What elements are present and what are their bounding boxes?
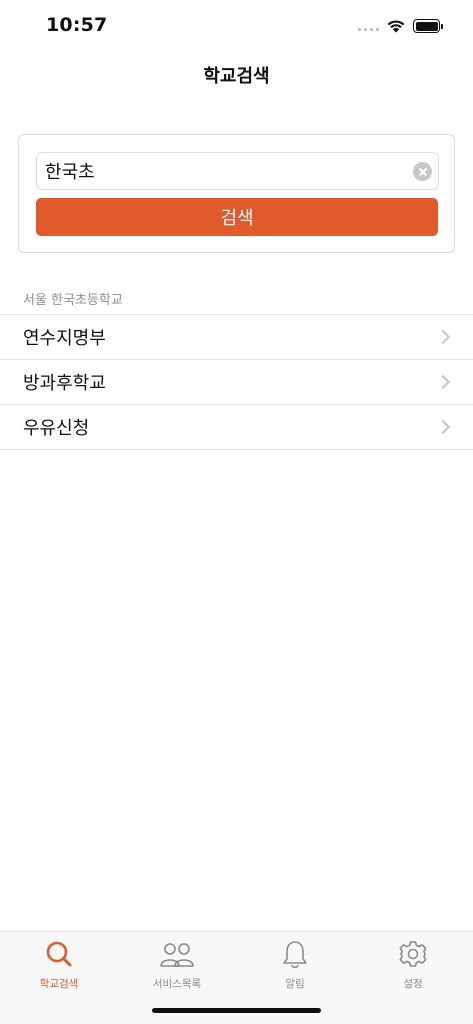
tab-label: 서비스목록 — [152, 978, 202, 990]
search-field — [36, 152, 439, 190]
chevron-right-icon — [435, 374, 451, 390]
list-item-after-school[interactable]: 방과후학교 — [0, 360, 473, 405]
list-item-label: 우유신청 — [23, 418, 90, 439]
search-input[interactable] — [45, 153, 400, 189]
status-time: 10:57 — [46, 14, 108, 36]
bell-icon — [283, 941, 307, 969]
page-title: 학교검색 — [203, 66, 270, 87]
tab-label: 설정 — [403, 978, 423, 990]
school-name-header: 서울 한국초등학교 — [23, 293, 123, 308]
tab-settings[interactable]: 설정 — [354, 932, 472, 994]
list-item-label: 방과후학교 — [23, 373, 106, 394]
search-card: 검색 — [18, 134, 455, 253]
search-button[interactable]: 검색 — [36, 198, 438, 236]
tab-label: 알림 — [285, 978, 305, 990]
list-item-milk-application[interactable]: 우유신청 — [0, 405, 473, 450]
gear-icon — [399, 941, 427, 967]
chevron-right-icon — [435, 419, 451, 435]
app-screen: 10:57 학교검색 검색 서울 한국초등학교 연수지명부 방과후학교 — [0, 0, 473, 1024]
people-icon — [160, 943, 194, 967]
wifi-icon — [387, 20, 405, 33]
tab-notifications[interactable]: 알림 — [236, 932, 354, 994]
list-item-training-roster[interactable]: 연수지명부 — [0, 315, 473, 360]
service-list: 연수지명부 방과후학교 우유신청 — [0, 314, 473, 450]
clear-icon[interactable] — [413, 162, 432, 181]
status-bar: 10:57 — [0, 0, 473, 50]
list-item-label: 연수지명부 — [23, 328, 106, 349]
search-icon — [46, 941, 72, 967]
home-indicator[interactable] — [152, 1008, 321, 1013]
tab-school-search[interactable]: 학교검색 — [0, 932, 118, 994]
chevron-right-icon — [435, 329, 451, 345]
tab-label: 학교검색 — [39, 978, 79, 990]
battery-icon — [413, 19, 443, 33]
tab-service-list[interactable]: 서비스목록 — [118, 932, 236, 994]
cellular-signal-icon — [358, 28, 379, 31]
